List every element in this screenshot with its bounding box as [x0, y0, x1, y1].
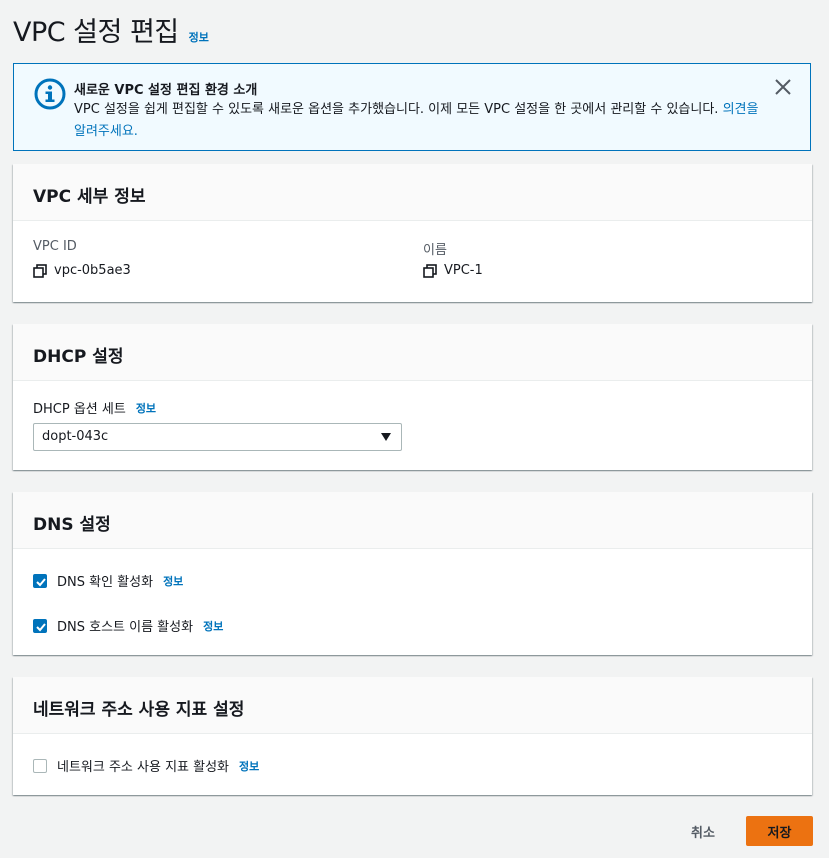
- checkmark-icon: [36, 622, 46, 631]
- dhcp-header: DHCP 설정: [13, 324, 812, 381]
- vpc-details-header: VPC 세부 정보: [13, 164, 812, 221]
- vpc-id-label: VPC ID: [33, 239, 77, 254]
- network-metrics-row: 네트워크 주소 사용 지표 활성화 정보: [33, 756, 259, 775]
- flash-message: VPC 설정을 쉽게 편집할 수 있도록 새로운 옵션을 추가했습니다. 이제 …: [74, 102, 719, 117]
- dns-hostnames-label: DNS 호스트 이름 활성화: [57, 620, 194, 635]
- dns-resolution-checkbox[interactable]: [33, 573, 47, 588]
- info-icon: [34, 78, 66, 110]
- network-metrics-info-link[interactable]: 정보: [239, 758, 259, 774]
- dhcp-panel: DHCP 설정 DHCP 옵션 세트 정보 dopt-043c: [13, 324, 812, 470]
- flash-title: 새로운 VPC 설정 편집 환경 소개: [74, 83, 258, 98]
- network-metrics-label: 네트워크 주소 사용 지표 활성화: [57, 760, 230, 775]
- dns-hostnames-row: DNS 호스트 이름 활성화 정보: [33, 616, 223, 635]
- network-metrics-panel: 네트워크 주소 사용 지표 설정 네트워크 주소 사용 지표 활성화 정보: [13, 677, 812, 795]
- copy-icon[interactable]: [33, 263, 47, 278]
- checkmark-icon: [36, 577, 46, 586]
- dns-hostnames-checkbox[interactable]: [33, 618, 47, 633]
- network-metrics-header: 네트워크 주소 사용 지표 설정: [13, 677, 812, 734]
- info-flash-banner: 새로운 VPC 설정 편집 환경 소개 VPC 설정을 쉽게 편집할 수 있도록…: [13, 63, 811, 151]
- dhcp-option-set-select[interactable]: dopt-043c: [33, 423, 402, 451]
- name-label: 이름: [423, 243, 447, 258]
- dns-hostnames-info-link[interactable]: 정보: [203, 618, 223, 634]
- name-text: VPC-1: [444, 263, 483, 278]
- dhcp-option-set-label: DHCP 옵션 세트: [33, 402, 126, 417]
- dns-resolution-info-link[interactable]: 정보: [163, 573, 183, 589]
- dns-resolution-row: DNS 확인 활성화 정보: [33, 571, 183, 590]
- dns-panel: DNS 설정 DNS 확인 활성화 정보 DNS 호스트 이름 활성화 정보: [13, 492, 812, 655]
- vpc-details-panel: VPC 세부 정보 VPC ID vpc-0b5ae3 이름 VPC-1: [13, 164, 812, 302]
- save-button[interactable]: 저장: [746, 816, 813, 846]
- vpc-id-value: vpc-0b5ae3: [33, 263, 131, 278]
- name-value: VPC-1: [423, 263, 483, 278]
- page-title: VPC 설정 편집: [13, 17, 179, 48]
- page-info-link[interactable]: 정보: [189, 29, 209, 45]
- copy-icon[interactable]: [423, 263, 437, 278]
- network-metrics-heading: 네트워크 주소 사용 지표 설정: [33, 700, 245, 720]
- dns-heading: DNS 설정: [33, 515, 111, 535]
- vpc-details-heading: VPC 세부 정보: [33, 187, 146, 207]
- network-metrics-checkbox[interactable]: [33, 758, 47, 773]
- cancel-button[interactable]: 취소: [680, 816, 726, 846]
- dhcp-heading: DHCP 설정: [33, 347, 124, 367]
- vpc-id-text: vpc-0b5ae3: [54, 263, 131, 278]
- dns-header: DNS 설정: [13, 492, 812, 549]
- flash-body: VPC 설정을 쉽게 편집할 수 있도록 새로운 옵션을 추가했습니다. 이제 …: [74, 99, 774, 143]
- dhcp-selected-value: dopt-043c: [42, 429, 109, 444]
- dhcp-option-set-field: DHCP 옵션 세트 정보: [33, 398, 156, 418]
- dns-resolution-label: DNS 확인 활성화: [57, 575, 154, 590]
- dhcp-info-link[interactable]: 정보: [136, 400, 156, 416]
- close-icon[interactable]: [774, 78, 792, 96]
- page-header: VPC 설정 편집 정보: [13, 10, 209, 49]
- caret-down-icon: [381, 433, 391, 441]
